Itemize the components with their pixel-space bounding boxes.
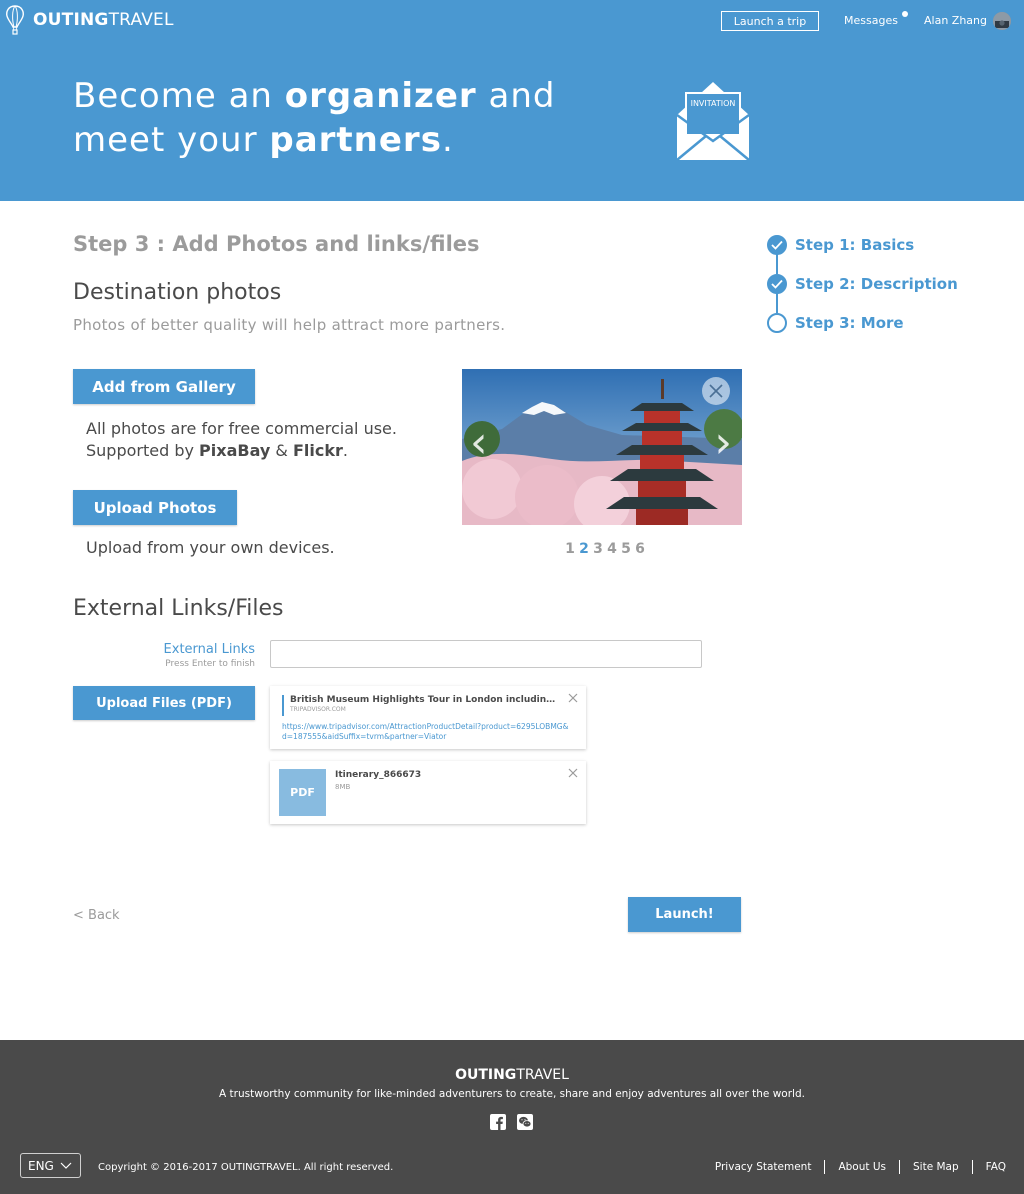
step-description[interactable]: Step 2: Description [767,274,958,294]
step-title: Step 3 : Add Photos and links/files [73,232,480,256]
external-links-hint: Press Enter to finish [165,659,255,669]
link-source: TRIPADVISOR.COM [290,706,346,713]
facebook-icon[interactable] [490,1114,506,1130]
flickr-link[interactable]: Flickr [293,441,343,460]
external-links-input[interactable] [270,640,702,668]
step-label: Step 1: Basics [795,236,915,254]
upload-files-button[interactable]: Upload Files (PDF) [73,686,255,720]
user-name[interactable]: Alan Zhang [924,14,987,27]
divider [824,1160,826,1174]
close-icon [568,768,578,778]
launch-trip-button[interactable]: Launch a trip [721,11,819,31]
external-links-label: External Links Press Enter to finish [73,642,255,669]
empty-circle-icon [767,313,787,333]
carousel-prev-arrow[interactable]: ‹ [470,417,488,468]
divider [899,1160,900,1174]
footer-tagline: A trustworthy community for like-minded … [219,1088,805,1100]
photo-image [462,369,742,525]
footer-logo[interactable]: OUTINGTRAVEL [0,1067,1024,1083]
close-icon [568,693,578,703]
close-icon [709,384,723,398]
copyright: Copyright © 2016-2017 OUTINGTRAVEL. All … [98,1162,394,1173]
photo-pager: 1 2 3 4 5 6 [564,541,646,557]
external-links-label-text: External Links [163,642,255,657]
language-value: ENG [28,1158,54,1173]
chevron-down-icon [60,1162,72,1169]
carousel-next-arrow[interactable]: › [714,417,732,468]
pdf-file-icon: PDF [279,769,326,816]
pager-item[interactable]: 4 [606,541,618,557]
step-basics[interactable]: Step 1: Basics [767,235,914,255]
pager-item[interactable]: 1 [564,541,576,557]
link-card: British Museum Highlights Tour in London… [270,686,586,749]
footer-links: Privacy Statement About Us Site Map FAQ [715,1160,1006,1174]
invitation-envelope-icon: INVITATION [676,82,750,161]
file-size: 8MB [335,783,351,791]
footer: OUTINGTRAVEL A trustworthy community for… [0,1040,1024,1194]
footer-link-about[interactable]: About Us [838,1161,886,1173]
language-select[interactable]: ENG [20,1153,81,1178]
footer-link-privacy[interactable]: Privacy Statement [715,1161,812,1173]
pager-item-active[interactable]: 2 [578,541,590,557]
pager-item[interactable]: 3 [592,541,604,557]
footer-link-faq[interactable]: FAQ [986,1161,1006,1173]
envelope-label: INVITATION [691,99,736,108]
pixabay-link[interactable]: PixaBay [199,441,270,460]
avatar-image [993,12,1011,30]
check-icon [767,274,787,294]
gallery-note: All photos are for free commercial use. … [86,419,397,460]
remove-file-button[interactable] [568,766,578,782]
step-more[interactable]: Step 3: More [767,313,904,333]
pager-item[interactable]: 5 [620,541,632,557]
upload-note: Upload from your own devices. [86,538,335,557]
avatar[interactable] [993,12,1011,30]
remove-photo-button[interactable] [702,377,730,405]
back-link[interactable]: < Back [73,908,120,923]
footer-link-sitemap[interactable]: Site Map [913,1161,959,1173]
wechat-icon[interactable] [517,1114,533,1130]
upload-photos-button[interactable]: Upload Photos [73,490,237,525]
photos-section-title: Destination photos [73,280,282,305]
destination-photo[interactable]: ‹ › [462,369,742,525]
pager-item[interactable]: 6 [634,541,646,557]
link-accent-bar [282,695,284,716]
step-label: Step 2: Description [795,275,958,293]
links-section-title: External Links/Files [73,596,284,621]
add-from-gallery-button[interactable]: Add from Gallery [73,369,255,404]
remove-link-button[interactable] [568,691,578,707]
link-title: British Museum Highlights Tour in London… [290,695,560,705]
site-logo[interactable]: OUTINGTRAVEL [5,5,174,35]
step-label: Step 3: More [795,314,904,332]
launch-button[interactable]: Launch! [628,897,741,932]
hero-title: Become an organizer and meet your partne… [73,76,556,160]
divider [971,1160,973,1174]
hot-air-balloon-icon [6,5,24,35]
file-card: PDF Itinerary_866673 8MB [270,761,586,824]
logo-text: OUTINGTRAVEL [33,10,174,30]
check-icon [767,235,787,255]
step-connector [776,293,778,313]
photos-subtitle: Photos of better quality will help attra… [73,316,506,334]
file-name: Itinerary_866673 [335,770,422,780]
messages-link[interactable]: Messages [844,14,898,27]
unread-dot [902,11,908,17]
step-connector [776,254,778,274]
social-links [490,1114,533,1130]
link-url[interactable]: https://www.tripadvisor.com/AttractionPr… [282,722,572,742]
hero-banner: OUTINGTRAVEL Launch a trip Messages Alan… [0,0,1024,201]
